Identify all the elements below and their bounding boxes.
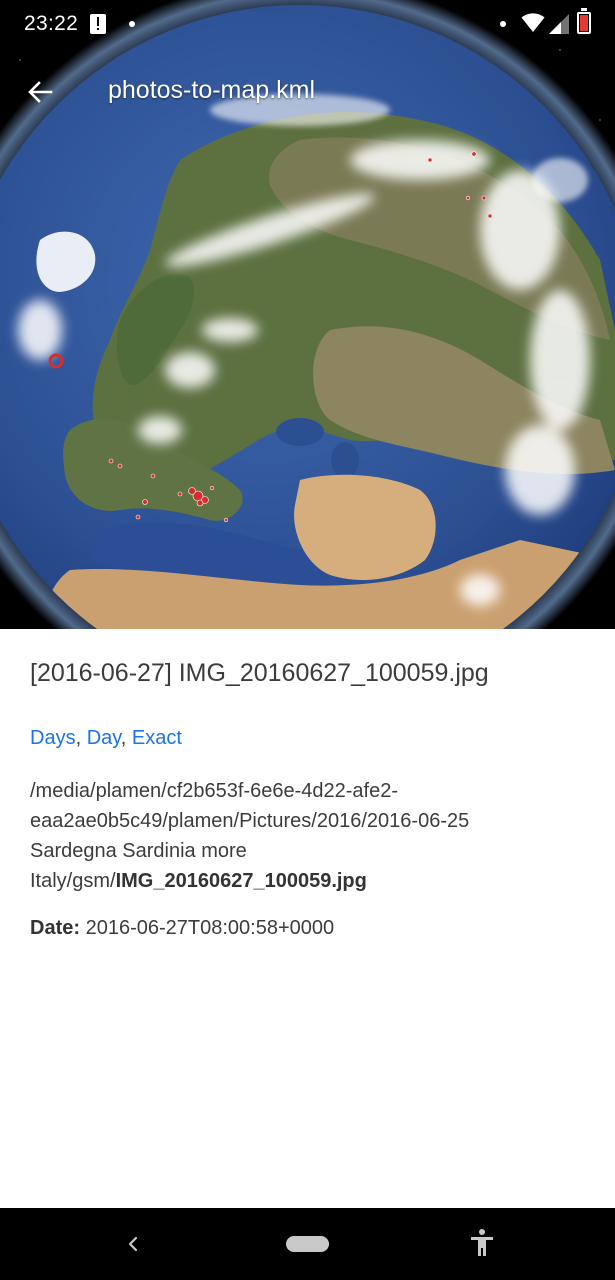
- nav-back-icon[interactable]: [122, 1232, 146, 1256]
- file-path: /media/plamen/cf2b653f-6e6e-4d22-afe2- e…: [30, 776, 585, 896]
- notification-dot-icon: [500, 21, 506, 27]
- home-pill-icon[interactable]: [286, 1236, 329, 1252]
- tag-separator: ,: [75, 727, 87, 749]
- path-line: eaa2ae0b5c49/plamen/Pictures/2016/2016-0…: [30, 810, 470, 832]
- date-label: Date:: [30, 917, 81, 939]
- tag-link-exact[interactable]: Exact: [132, 727, 182, 749]
- tag-link-days[interactable]: Days: [30, 727, 76, 749]
- arrow-back-icon: [28, 81, 53, 103]
- path-prefix: Italy/gsm/: [30, 870, 116, 892]
- status-time: 23:22: [24, 12, 79, 35]
- path-line-last: Italy/gsm/IMG_20160627_100059.jpg: [30, 866, 585, 896]
- app-bar: photos-to-map.kml: [0, 48, 615, 134]
- photo-title: [2016-06-27] IMG_20160627_100059.jpg: [30, 659, 489, 687]
- date-value: 2016-06-27T08:00:58+0000: [85, 917, 335, 939]
- back-button[interactable]: [14, 68, 66, 116]
- accessibility-icon[interactable]: [469, 1228, 495, 1258]
- navigation-bar: [0, 1208, 615, 1280]
- app-title: photos-to-map.kml: [108, 76, 316, 104]
- alert-icon: [90, 14, 106, 34]
- notification-dot-icon: [129, 21, 135, 27]
- path-line: /media/plamen/cf2b653f-6e6e-4d22-afe2-: [30, 780, 399, 802]
- date-row: Date: 2016-06-27T08:00:58+0000: [30, 917, 334, 940]
- tag-link-day[interactable]: Day: [87, 727, 121, 749]
- path-line: Sardegna Sardinia more: [30, 840, 247, 862]
- screen: 23:22 photos-to-map.kml [2016-06-27] IMG…: [0, 0, 615, 1280]
- map-view[interactable]: 23:22 photos-to-map.kml: [0, 0, 615, 629]
- battery-icon: [577, 8, 591, 34]
- status-bar: 23:22: [0, 0, 615, 48]
- wifi-icon: [521, 13, 545, 32]
- file-name: IMG_20160627_100059.jpg: [115, 870, 367, 892]
- tag-list: Days, Day, Exact: [30, 727, 182, 750]
- signal-icon: [549, 14, 569, 34]
- tag-separator: ,: [120, 727, 132, 749]
